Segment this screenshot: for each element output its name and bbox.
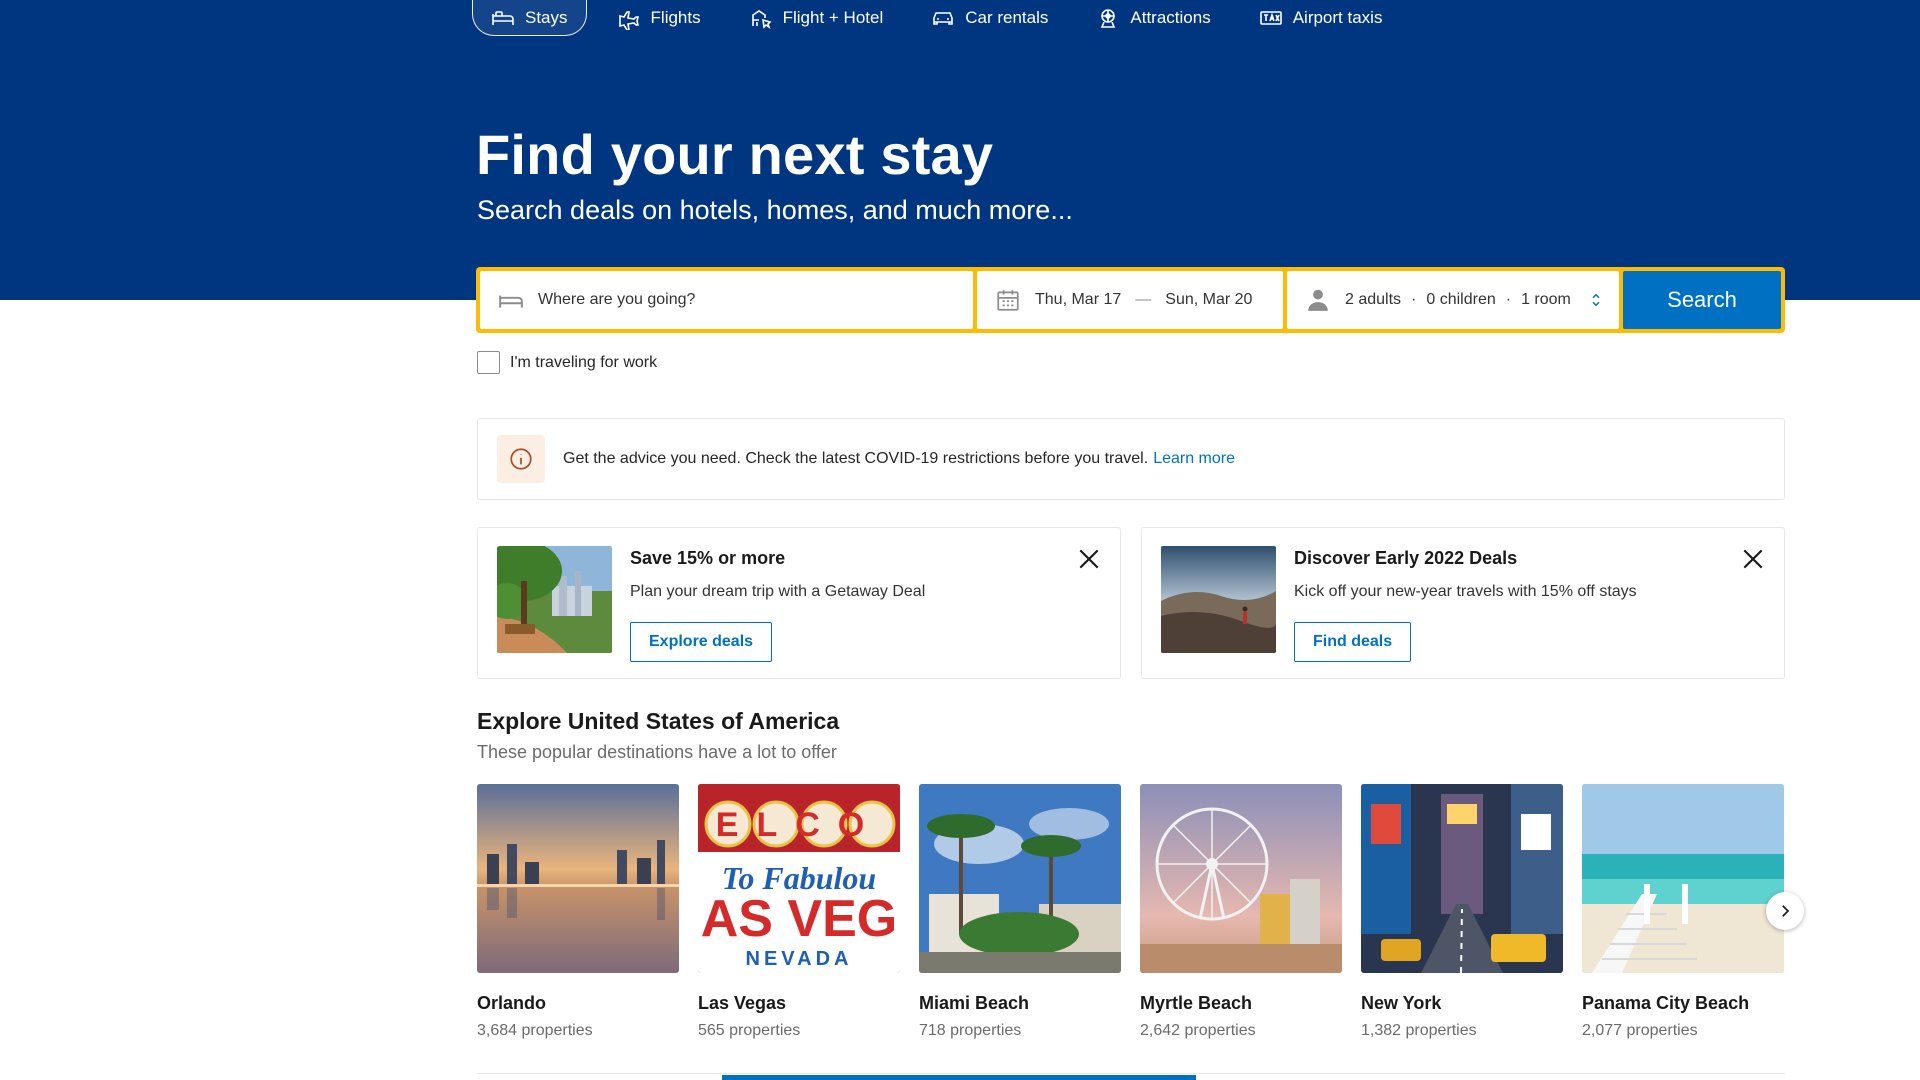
destination-card-orlando[interactable]: Orlando 3,684 properties bbox=[477, 784, 679, 1040]
plane-icon bbox=[618, 11, 639, 30]
las-vegas-image: ELCO To Fabulou AS VEG NEVADA bbox=[698, 784, 900, 973]
car-icon bbox=[933, 12, 954, 25]
destination-count: 565 properties bbox=[698, 1022, 801, 1039]
explore-deals-button[interactable]: Explore deals bbox=[630, 622, 773, 662]
rooms-count: 1 room bbox=[1521, 291, 1571, 308]
nav-tab-label: Stays bbox=[525, 7, 568, 27]
search-bar: Thu, Mar 17 — Sun, Mar 20 2 adults · 0 c… bbox=[476, 267, 1785, 333]
adults-count: 2 adults bbox=[1345, 291, 1402, 308]
promo-title: Save 15% or more bbox=[630, 548, 786, 568]
nav-tab-airport-taxis[interactable]: Airport taxis bbox=[1241, 0, 1401, 36]
checkout-date: Sun, Mar 20 bbox=[1165, 291, 1253, 308]
bed-icon bbox=[499, 295, 523, 308]
orlando-image bbox=[477, 784, 679, 973]
park-image bbox=[497, 546, 612, 653]
promo-title: Discover Early 2022 Deals bbox=[1294, 548, 1518, 568]
nav-tab-label: Car rentals bbox=[965, 8, 1049, 27]
guests-separator: · bbox=[1411, 291, 1417, 308]
section-title: Explore United States of America bbox=[477, 708, 840, 734]
destination-card-panama-city-beach[interactable]: Panama City Beach 2,077 properties bbox=[1582, 784, 1784, 1040]
flight-hotel-icon bbox=[751, 10, 772, 29]
destination-name: New York bbox=[1361, 993, 1442, 1013]
attractions-icon bbox=[1101, 9, 1116, 28]
destination-count: 718 properties bbox=[919, 1022, 1022, 1039]
nav-tab-label: Flights bbox=[650, 8, 701, 27]
vegas-sign-line3: AS VEG bbox=[701, 890, 898, 948]
date-separator: — bbox=[1135, 291, 1152, 308]
guests-separator: · bbox=[1505, 291, 1512, 308]
checkin-date: Thu, Mar 17 bbox=[1035, 291, 1122, 308]
learn-more-link[interactable]: Learn more bbox=[1153, 450, 1235, 468]
destination-name: Las Vegas bbox=[698, 993, 787, 1013]
destination-name: Miami Beach bbox=[919, 993, 1030, 1013]
active-tab-indicator bbox=[722, 1075, 1196, 1080]
chevron-right-icon bbox=[1782, 905, 1790, 917]
promo-text: Kick off your new-year travels with 15% … bbox=[1294, 583, 1637, 600]
panama-city-beach-image bbox=[1582, 784, 1784, 973]
covid-notice: Get the advice you need. Check the lates… bbox=[477, 418, 1785, 500]
destination-count: 3,684 properties bbox=[477, 1022, 593, 1039]
page-subtitle: Search deals on hotels, homes, and much … bbox=[477, 195, 1073, 225]
destination-card-myrtle-beach[interactable]: Myrtle Beach 2,642 properties bbox=[1140, 784, 1342, 1040]
search-button[interactable]: Search bbox=[1623, 271, 1781, 329]
notice-text: Get the advice you need. Check the lates… bbox=[563, 450, 1149, 467]
person-icon bbox=[1308, 289, 1328, 311]
vegas-sign-line4: NEVADA bbox=[746, 948, 853, 970]
bed-icon bbox=[492, 10, 514, 25]
nav-tab-label: Airport taxis bbox=[1292, 8, 1383, 27]
destination-input[interactable] bbox=[538, 291, 958, 309]
work-travel-checkbox[interactable] bbox=[477, 351, 500, 374]
destination-card-new-york[interactable]: New York 1,382 properties bbox=[1361, 784, 1563, 1040]
destination-card-las-vegas[interactable]: ELCO To Fabulou AS VEG NEVADA Las Vegas … bbox=[698, 784, 900, 1040]
find-deals-button[interactable]: Find deals bbox=[1294, 622, 1412, 662]
destination-count: 1,382 properties bbox=[1361, 1022, 1477, 1039]
nav-tab-label: Flight + Hotel bbox=[782, 8, 884, 27]
miami-beach-image bbox=[919, 784, 1121, 973]
close-icon[interactable] bbox=[1740, 546, 1766, 572]
nav-tab-flights[interactable]: Flights bbox=[599, 0, 719, 36]
nav-tab-car-rentals[interactable]: Car rentals bbox=[913, 0, 1066, 36]
date-range-field[interactable]: Thu, Mar 17 — Sun, Mar 20 bbox=[977, 271, 1283, 329]
destination-carousel: Orlando 3,684 properties ELCO To Fabulou… bbox=[477, 784, 1784, 1040]
destination-field[interactable] bbox=[480, 271, 973, 329]
work-travel-option: I'm traveling for work bbox=[477, 351, 657, 374]
nav-tab-label: Attractions bbox=[1130, 8, 1211, 27]
close-icon[interactable] bbox=[1076, 546, 1102, 572]
carousel-next-button[interactable] bbox=[1766, 892, 1804, 930]
destination-name: Panama City Beach bbox=[1582, 993, 1750, 1013]
myrtle-beach-image bbox=[1140, 784, 1342, 973]
destination-count: 2,642 properties bbox=[1140, 1022, 1256, 1039]
destination-name: Myrtle Beach bbox=[1140, 993, 1253, 1013]
taxi-icon bbox=[1259, 11, 1282, 25]
mountain-image bbox=[1161, 546, 1276, 653]
info-icon bbox=[497, 435, 545, 483]
nav-tab-flight-hotel[interactable]: Flight + Hotel bbox=[731, 0, 902, 36]
destination-card-miami-beach[interactable]: Miami Beach 718 properties bbox=[919, 784, 1121, 1040]
calendar-icon bbox=[997, 290, 1019, 311]
chevron-up-down-icon bbox=[1592, 293, 1600, 307]
destination-count: 2,077 properties bbox=[1582, 1022, 1698, 1039]
destination-name: Orlando bbox=[477, 993, 547, 1013]
promo-text: Plan your dream trip with a Getaway Deal bbox=[630, 583, 926, 600]
nav-tab-attractions[interactable]: Attractions bbox=[1078, 0, 1228, 36]
new-york-image bbox=[1361, 784, 1563, 973]
children-count: 0 children bbox=[1426, 291, 1496, 308]
section-divider bbox=[477, 1073, 1785, 1074]
promo-card: Discover Early 2022 Deals Kick off your … bbox=[1141, 527, 1785, 679]
vegas-sign-line1: ELCO bbox=[716, 806, 882, 844]
promo-card: Save 15% or more Plan your dream trip wi… bbox=[477, 527, 1121, 679]
work-travel-label: I'm traveling for work bbox=[510, 353, 658, 371]
section-subtitle: These popular destinations have a lot to… bbox=[477, 742, 837, 762]
nav-tab-stays[interactable]: Stays bbox=[472, 0, 587, 36]
guests-field[interactable]: 2 adults · 0 children · 1 room bbox=[1287, 271, 1619, 329]
page-title: Find your next stay bbox=[476, 123, 994, 186]
product-nav: Stays Flights Flight + Hotel Car rentals… bbox=[472, 0, 1412, 36]
